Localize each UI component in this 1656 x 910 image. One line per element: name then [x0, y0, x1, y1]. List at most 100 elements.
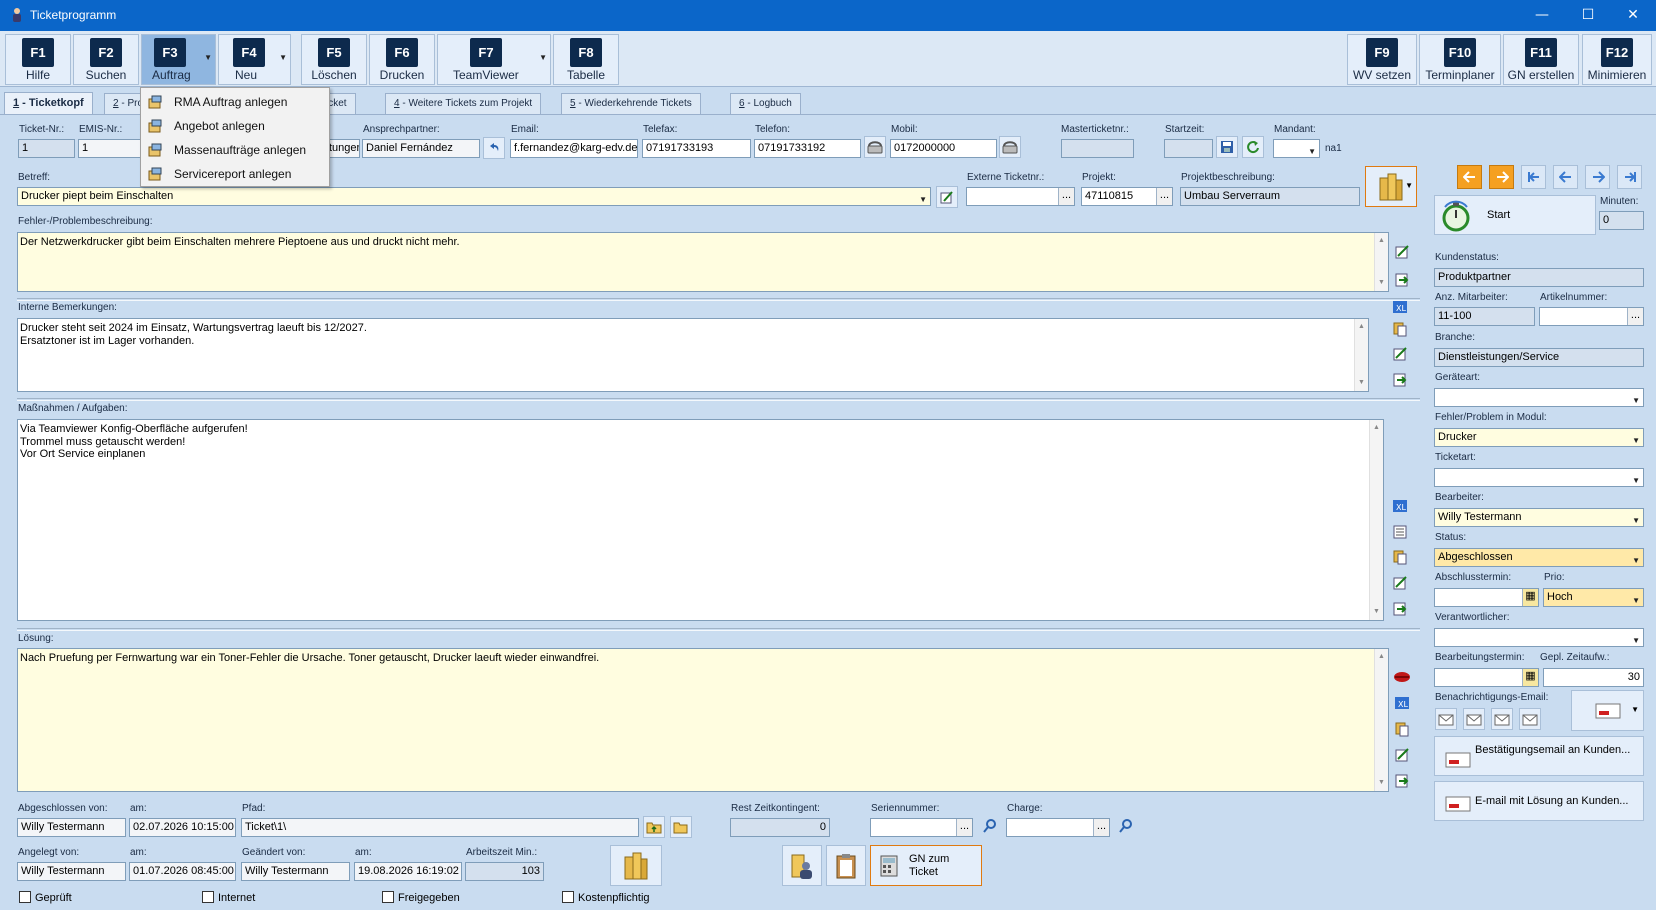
kostenpflichtig-checkbox[interactable]: Kostenpflichtig: [562, 891, 650, 904]
ticketart-select[interactable]: [1434, 468, 1644, 487]
abgeschlossen-am-field[interactable]: 02.07.2026 10:15:00: [129, 818, 236, 837]
minimize-button[interactable]: —: [1519, 0, 1565, 31]
telefon-field[interactable]: 07191733192: [754, 139, 861, 158]
menu-item-rma[interactable]: RMA Auftrag anlegen: [141, 90, 329, 114]
internet-checkbox[interactable]: Internet: [202, 891, 255, 904]
artikelnummer-field[interactable]: ...: [1539, 307, 1644, 326]
prio-select[interactable]: Hoch: [1543, 588, 1644, 607]
first-icon[interactable]: [1457, 165, 1482, 189]
loesung-textarea[interactable]: Nach Pruefung per Fernwartung war ein To…: [17, 648, 1389, 792]
scrollbar[interactable]: [1369, 420, 1383, 620]
mobil-field[interactable]: 0172000000: [890, 139, 997, 158]
gn-erstellen-button[interactable]: F11 GN erstellen: [1503, 34, 1579, 85]
save-icon[interactable]: [1216, 136, 1238, 158]
edit-icon[interactable]: [1389, 343, 1411, 365]
excel-icon[interactable]: XL: [1391, 692, 1413, 714]
loesung-mail-button[interactable]: E-mail mit Lösung an Kunden...: [1434, 781, 1644, 821]
emis-nr-field[interactable]: 1: [78, 139, 142, 158]
search-icon[interactable]: [979, 815, 1001, 837]
interne-textarea[interactable]: Drucker steht seit 2024 im Einsatz, Wart…: [17, 318, 1369, 392]
edit-icon[interactable]: [936, 186, 958, 208]
kostenpflichtig-box[interactable]: [562, 891, 574, 903]
new-button[interactable]: F4 Neu ▼: [218, 34, 291, 85]
ellipsis-button[interactable]: ...: [1058, 188, 1074, 205]
wv-setzen-button[interactable]: F9 WV setzen: [1347, 34, 1417, 85]
auftrag-button[interactable]: F3 Auftrag ▼: [141, 34, 216, 85]
charge-field[interactable]: ...: [1006, 818, 1110, 837]
phone-icon[interactable]: [864, 136, 886, 158]
insert-icon[interactable]: [1391, 770, 1413, 792]
zeitaufw-field[interactable]: 30: [1543, 668, 1644, 687]
telefax-field[interactable]: 07191733193: [642, 139, 751, 158]
firma-field[interactable]: tunger: [325, 139, 360, 158]
projektbeschr-field[interactable]: Umbau Serverraum: [1180, 187, 1360, 206]
geaendert-von-field[interactable]: Willy Testermann: [241, 862, 350, 881]
menu-item-servicereport[interactable]: Servicereport anlegen: [141, 162, 329, 186]
start-button[interactable]: Start: [1434, 195, 1596, 235]
scrollbar[interactable]: [1374, 649, 1388, 791]
insert-icon[interactable]: [1389, 369, 1411, 391]
kundenstatus-field[interactable]: Produktpartner: [1434, 268, 1644, 287]
scrollbar[interactable]: [1374, 233, 1388, 291]
teamviewer-button[interactable]: F7 TeamViewer ▼: [437, 34, 551, 85]
tab-ticketkopf[interactable]: 1 - Ticketkopf: [4, 92, 93, 115]
list-icon[interactable]: [1389, 521, 1411, 543]
bearbeiter-select[interactable]: Willy Testermann: [1434, 508, 1644, 527]
geprueft-box[interactable]: [19, 891, 31, 903]
lips-icon[interactable]: [1391, 666, 1413, 688]
masterticket-field[interactable]: [1061, 139, 1134, 158]
pfad-field[interactable]: Ticket\1\: [241, 818, 639, 837]
abschlusstermin-field[interactable]: ▦: [1434, 588, 1539, 607]
copy-icon[interactable]: [1389, 318, 1411, 340]
copy-icon[interactable]: [1391, 718, 1413, 740]
branche-field[interactable]: Dienstleistungen/Service: [1434, 348, 1644, 367]
chevron-down-icon[interactable]: ▼: [204, 53, 212, 62]
folder-open-icon[interactable]: [670, 816, 692, 838]
internet-box[interactable]: [202, 891, 214, 903]
arbeitszeit-field[interactable]: 103: [465, 862, 544, 881]
menu-item-massenauftraege[interactable]: Massenaufträge anlegen: [141, 138, 329, 162]
calendar-icon[interactable]: ▦: [1522, 589, 1538, 606]
edit-icon[interactable]: [1391, 241, 1413, 263]
mandant-select[interactable]: [1273, 139, 1320, 158]
mitarbeiter-field[interactable]: 11-100: [1434, 307, 1535, 326]
envelope-icon[interactable]: [1435, 708, 1457, 730]
search-button[interactable]: F2 Suchen: [73, 34, 139, 85]
ellipsis-button[interactable]: ...: [1093, 819, 1109, 836]
ellipsis-button[interactable]: ...: [1627, 308, 1643, 325]
splitter[interactable]: [17, 298, 1420, 301]
copy-icon[interactable]: [1389, 546, 1411, 568]
print-button[interactable]: F6 Drucken: [369, 34, 435, 85]
verantwortlicher-select[interactable]: [1434, 628, 1644, 647]
calendar-icon[interactable]: ▦: [1522, 669, 1538, 686]
geraeteart-select[interactable]: [1434, 388, 1644, 407]
excel-icon[interactable]: XL: [1389, 296, 1411, 318]
envelope-icon[interactable]: [1463, 708, 1485, 730]
close-button[interactable]: ✕: [1610, 0, 1656, 31]
scrollbar[interactable]: [1354, 319, 1368, 391]
geprueft-checkbox[interactable]: Geprüft: [19, 891, 72, 904]
user-folder-icon[interactable]: [782, 845, 822, 886]
menu-item-angebot[interactable]: Angebot anlegen: [141, 114, 329, 138]
angelegt-von-field[interactable]: Willy Testermann: [17, 862, 126, 881]
tab-wiederkehrende[interactable]: 5 - Wiederkehrende Tickets: [561, 93, 701, 114]
projekt-field[interactable]: 47110815...: [1081, 187, 1173, 206]
forward-icon[interactable]: [1585, 165, 1610, 189]
folder-up-icon[interactable]: [643, 816, 665, 838]
edit-icon[interactable]: [1389, 572, 1411, 594]
maximize-button[interactable]: ☐: [1565, 0, 1611, 31]
undo-icon[interactable]: [483, 137, 505, 159]
ellipsis-button[interactable]: ...: [1156, 188, 1172, 205]
betreff-field[interactable]: Drucker piept beim Einschalten: [17, 187, 931, 206]
splitter[interactable]: [17, 628, 1420, 631]
mail-dropdown-icon[interactable]: ▼: [1571, 690, 1644, 731]
terminplaner-button[interactable]: F10 Terminplaner: [1419, 34, 1501, 85]
tab-weitere-tickets[interactable]: 4 - Weitere Tickets zum Projekt: [385, 93, 542, 114]
status-select[interactable]: Abgeschlossen: [1434, 548, 1644, 567]
next-icon[interactable]: [1489, 165, 1514, 189]
insert-icon[interactable]: [1389, 598, 1411, 620]
phone-icon[interactable]: [999, 136, 1021, 158]
massnahmen-textarea[interactable]: Via Teamviewer Konfig-Oberfläche aufgeru…: [17, 419, 1384, 621]
geaendert-am-field[interactable]: 19.08.2026 16:19:02: [354, 862, 462, 881]
folder-icon[interactable]: ▼: [1365, 166, 1417, 207]
